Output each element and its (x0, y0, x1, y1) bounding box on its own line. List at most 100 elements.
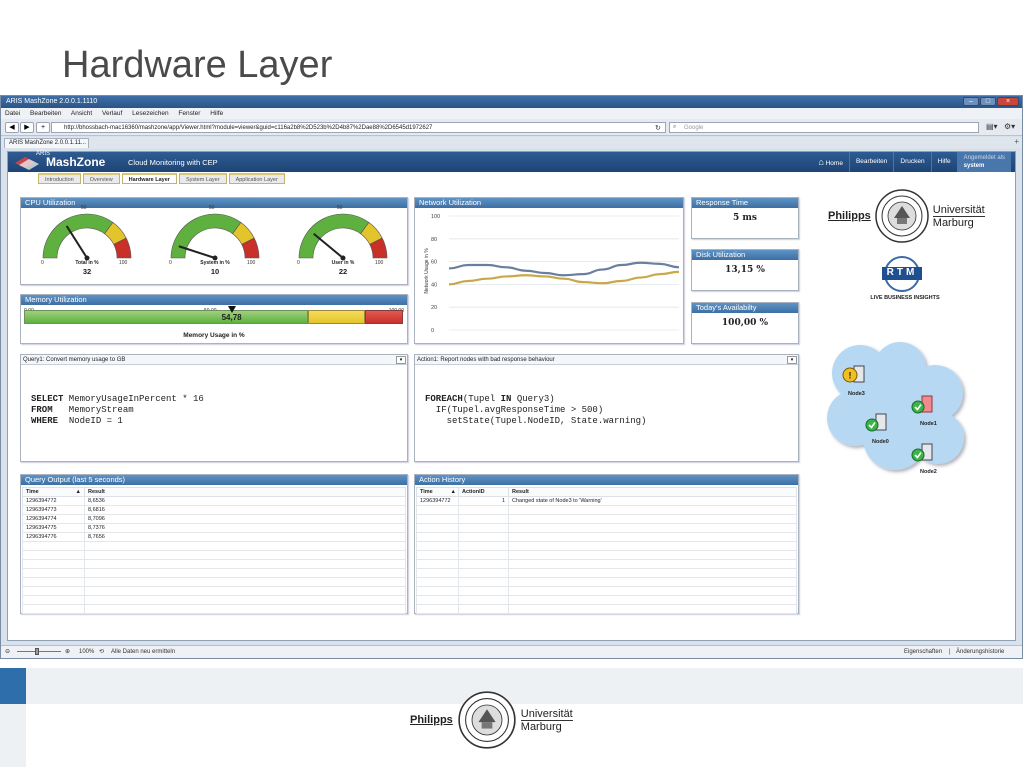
print-button[interactable]: Drucken (893, 152, 930, 172)
query1-dropdown-button[interactable]: ▾ (396, 356, 406, 364)
query1-code: SELECT MemoryUsageInPercent * 16 FROM Mem… (31, 383, 204, 449)
table-row[interactable] (416, 604, 797, 614)
home-button[interactable]: ⌂ Home (812, 152, 849, 172)
availability-value: 100,00 % (721, 318, 769, 328)
reload-icon[interactable]: ↻ (655, 124, 661, 132)
table-row[interactable] (22, 559, 406, 569)
table-row[interactable] (22, 604, 406, 614)
table-row[interactable] (416, 550, 797, 560)
node2[interactable]: Node2 (910, 442, 937, 475)
gauge-mid-label: 50 (209, 205, 215, 211)
table-row[interactable] (22, 577, 406, 587)
table-row[interactable] (22, 595, 406, 605)
tab-introduction[interactable]: Introduction (38, 173, 81, 184)
query1-title: Query1: Convert memory usage to GB (23, 357, 126, 363)
menu-view[interactable]: Ansicht (71, 110, 92, 117)
table-row[interactable] (416, 568, 797, 578)
col-actionid[interactable]: ActionID (458, 487, 509, 497)
add-tab-icon[interactable]: + (1014, 137, 1019, 146)
table-row[interactable] (416, 532, 797, 542)
table-row[interactable]: 1296394773 8,6816 (22, 505, 406, 515)
refresh-icon[interactable]: ⟲ (99, 646, 104, 658)
edit-button[interactable]: Bearbeiten (848, 152, 893, 172)
table-row[interactable] (416, 586, 797, 596)
action-history-body: 1296394772 1 Changed state of Node3 to 'Wa… (416, 496, 797, 614)
forward-button[interactable]: ▶ (20, 122, 34, 133)
gear-icon[interactable]: ⚙▾ (1004, 122, 1015, 131)
memory-marker-icon (227, 306, 236, 313)
table-row[interactable] (416, 514, 797, 524)
search-input[interactable]: Google (669, 122, 979, 133)
query1-header: Query1: Convert memory usage to GB (21, 355, 407, 365)
node3[interactable]: ! Node3 (842, 364, 868, 397)
memory-label: Memory Usage in % (183, 332, 245, 339)
menu-file[interactable]: Datei (5, 110, 20, 117)
table-row[interactable] (416, 577, 797, 587)
zoom-slider-handle[interactable] (35, 648, 39, 655)
menu-help[interactable]: Hilfe (210, 110, 223, 117)
table-row[interactable]: 1296394772 1 Changed state of Node3 to 'Wa… (416, 496, 797, 506)
network-series-line-0 (448, 261, 680, 277)
tab-overview[interactable]: Overview (82, 173, 120, 184)
cell-time (22, 586, 85, 596)
node0-label: Node0 (872, 439, 889, 445)
menu-window[interactable]: Fenster (178, 110, 200, 117)
table-row[interactable] (416, 595, 797, 605)
tab-hardware-layer[interactable]: Hardware Layer (121, 173, 177, 184)
maximize-button[interactable]: □ (980, 97, 996, 106)
table-row[interactable] (416, 523, 797, 533)
tab-system-layer[interactable]: System Layer (178, 173, 227, 184)
memory-bar-green (24, 310, 308, 324)
col-time[interactable]: Time ▲ (22, 487, 85, 497)
close-button[interactable]: × (997, 97, 1019, 106)
minimize-button[interactable]: – (963, 97, 979, 106)
login-user: system (963, 163, 985, 169)
disk-utilization-panel: Disk Utilization 13,15 % (691, 249, 799, 291)
nodes-cloud: ! Node3 Node1 Node0 Node2 (820, 338, 970, 482)
new-tab-button[interactable]: + (36, 122, 50, 133)
change-history-link[interactable]: Änderungshistorie (956, 646, 1004, 658)
page-menu-icon[interactable]: ▤▾ (986, 122, 998, 131)
table-row[interactable] (416, 541, 797, 551)
url-field[interactable]: http://bhossbach-mac16360/mashzone/app/V… (51, 122, 666, 133)
zoom-in-icon[interactable]: ⊕ (65, 646, 70, 658)
node1[interactable]: Node1 (910, 394, 937, 427)
node0[interactable]: Node0 (864, 412, 890, 445)
gauge-label: System in % (200, 260, 230, 266)
login-info[interactable]: Angemeldet als system (956, 152, 1011, 172)
menu-edit[interactable]: Bearbeiten (30, 110, 61, 117)
col-result[interactable]: Result (84, 487, 406, 497)
zoom-slider[interactable] (17, 651, 61, 652)
table-row[interactable]: 1296394774 8,7096 (22, 514, 406, 524)
svg-text:!: ! (849, 371, 852, 381)
action1-dropdown-button[interactable]: ▾ (787, 356, 797, 364)
properties-link[interactable]: Eigenschaften (904, 646, 942, 658)
browser-tab[interactable]: ARIS MashZone 2.0.0.1.11... (4, 138, 89, 148)
help-button[interactable]: Hilfe (930, 152, 957, 172)
zoom-out-icon[interactable]: ⊖ (5, 646, 10, 658)
col-time[interactable]: Time ▲ (416, 487, 459, 497)
table-row[interactable] (22, 541, 406, 551)
y-tick-label: 100 (431, 214, 440, 220)
col-result[interactable]: Result (508, 487, 797, 497)
table-row[interactable] (22, 550, 406, 560)
back-button[interactable]: ◀ (5, 122, 19, 133)
kw-select: SELECT (31, 394, 64, 404)
table-row[interactable] (22, 568, 406, 578)
menu-history[interactable]: Verlauf (102, 110, 122, 117)
browser-tab-label: ARIS MashZone 2.0.0.1.11... (9, 140, 86, 146)
table-row[interactable]: 1296394775 8,7376 (22, 523, 406, 533)
table-row[interactable]: 1296394772 8,6536 (22, 496, 406, 506)
uni-name-right: Universität Marburg (932, 203, 985, 229)
cell-result (84, 604, 406, 614)
tab-application-layer[interactable]: Application Layer (228, 173, 285, 184)
table-row[interactable]: 1296394776 8,7656 (22, 532, 406, 542)
footer-side-stripe (0, 704, 26, 767)
table-row[interactable] (22, 586, 406, 596)
uni-name-right-1: Universität (932, 203, 985, 217)
table-row[interactable] (416, 505, 797, 515)
cell-actionid (458, 532, 509, 542)
table-row[interactable] (416, 559, 797, 569)
refresh-all-link[interactable]: Alle Daten neu ermitteln (111, 646, 175, 658)
menu-bookmarks[interactable]: Lesezeichen (132, 110, 169, 117)
